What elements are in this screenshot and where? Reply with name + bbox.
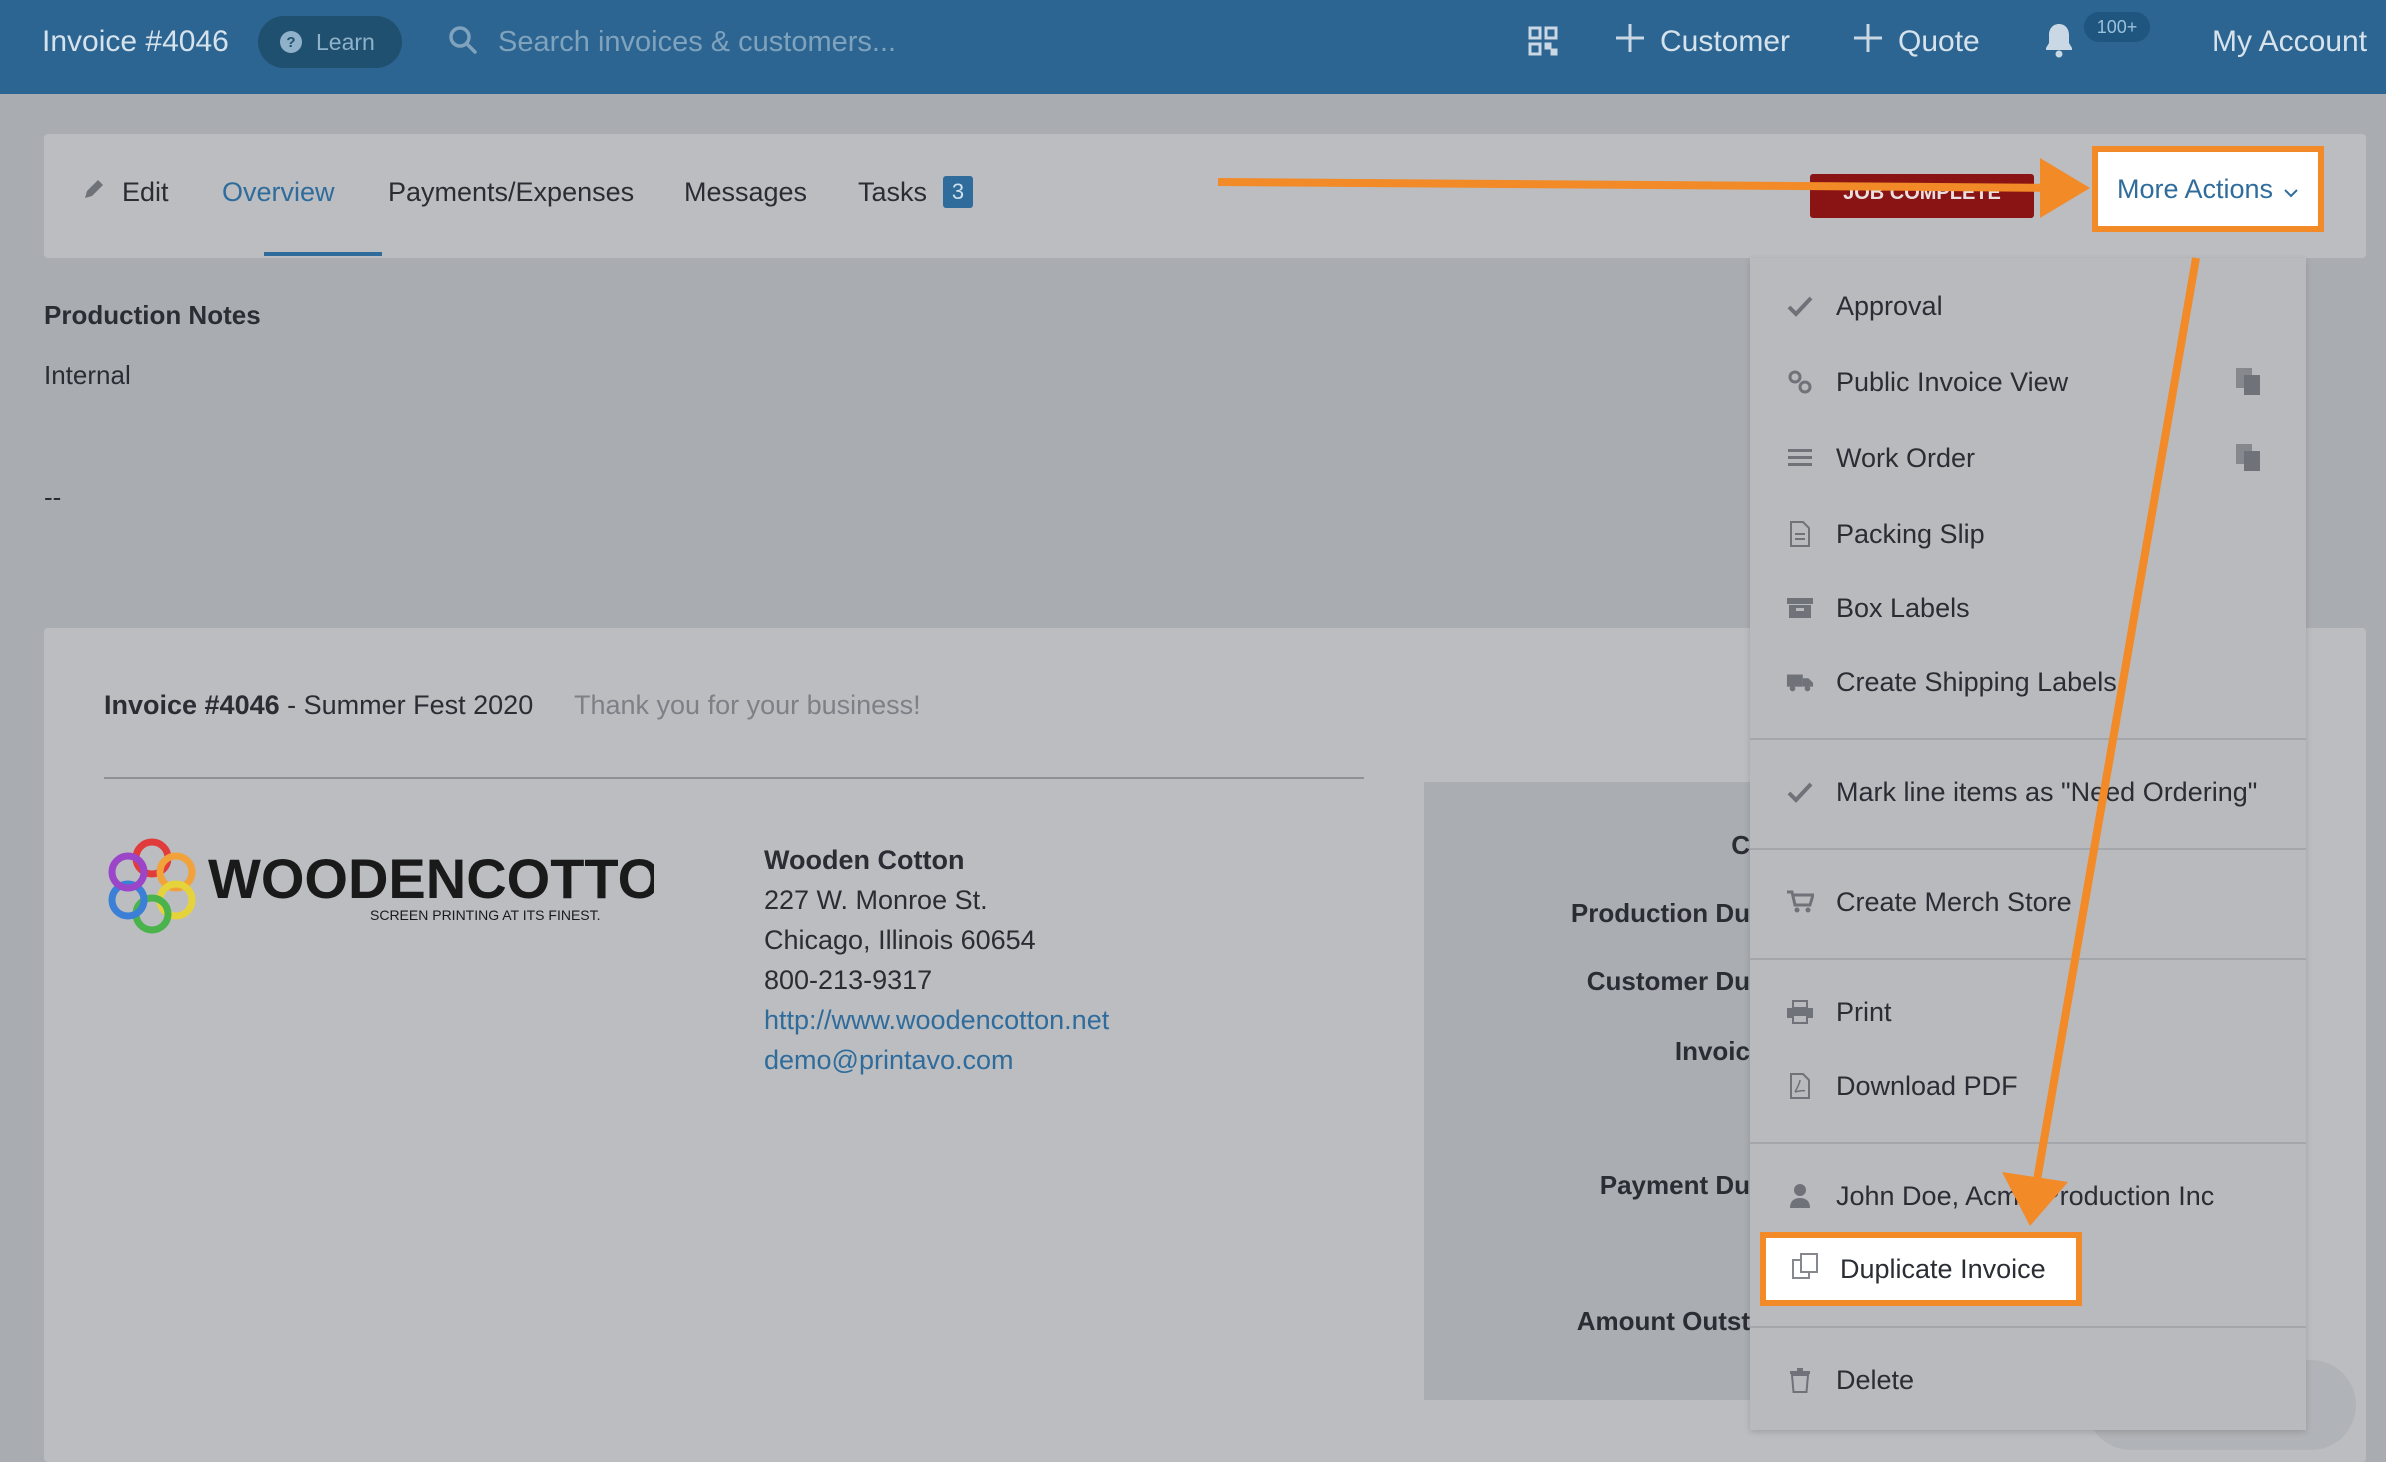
arrow-to-duplicate — [2032, 257, 2200, 1187]
arrow-head-icon — [2040, 158, 2090, 218]
annotation-arrows — [1217, 158, 2200, 1226]
arrow-head-icon — [2002, 1172, 2068, 1226]
arrow-to-more-actions — [1217, 178, 2077, 192]
